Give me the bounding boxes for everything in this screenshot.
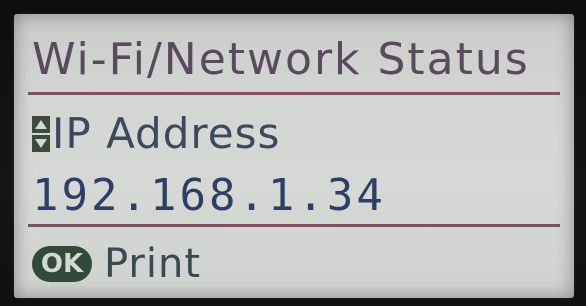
ok-action-label: Print — [104, 241, 202, 287]
up-down-scroll-icon — [32, 115, 50, 153]
ok-print-action[interactable]: OK Print — [32, 236, 556, 292]
menu-item-ip-address[interactable]: IP Address — [32, 106, 556, 162]
ok-button-icon: OK — [32, 246, 92, 282]
item-label: IP Address — [52, 109, 281, 158]
scroll-up-icon — [32, 116, 50, 133]
footer-divider — [28, 224, 560, 227]
ip-address-value: 192.168.1.34 — [32, 170, 386, 221]
scroll-down-icon — [32, 135, 50, 152]
title-divider — [28, 92, 560, 95]
screen-title: Wi-Fi/Network Status — [32, 34, 530, 85]
lcd-screen: Wi-Fi/Network Status IP Address 192.168.… — [14, 14, 574, 298]
printer-lcd-bezel: Wi-Fi/Network Status IP Address 192.168.… — [0, 0, 586, 306]
